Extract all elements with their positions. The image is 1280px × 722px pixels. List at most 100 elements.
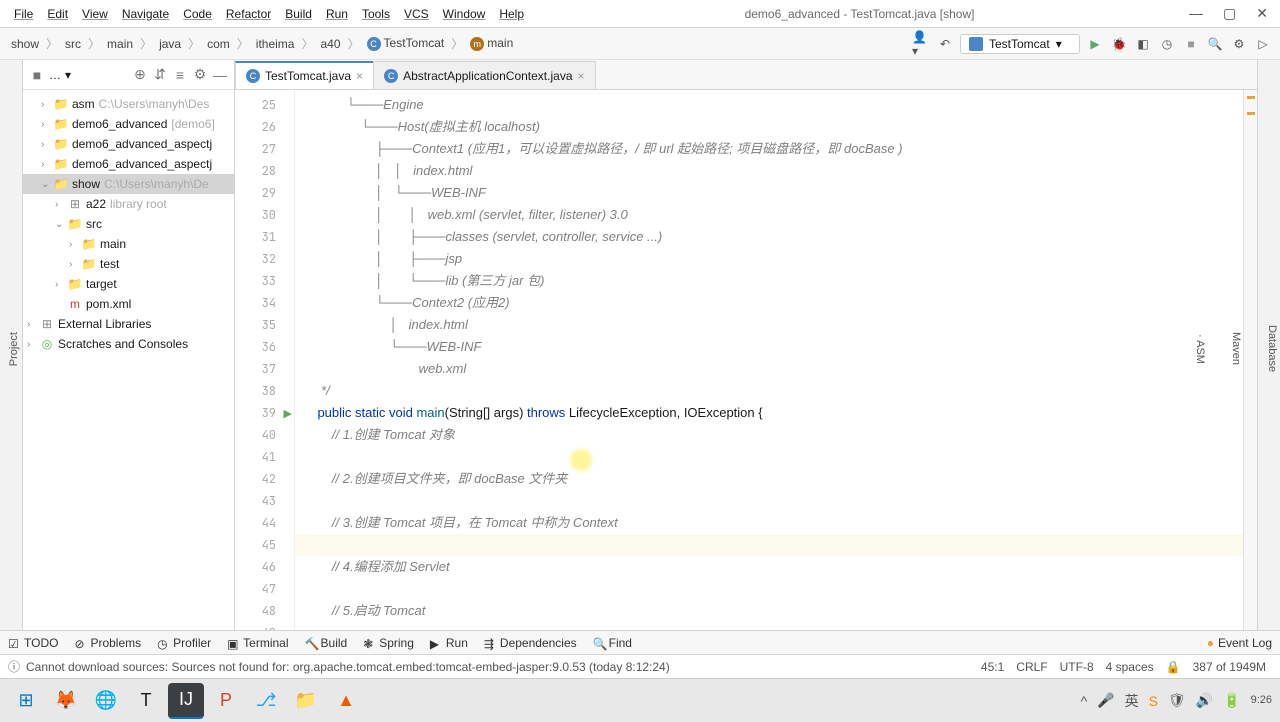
coverage-button[interactable]: ◧ <box>1134 35 1152 53</box>
collapse-all-icon[interactable]: ≡ <box>172 67 188 83</box>
expand-all-icon[interactable]: ⇵ <box>152 67 168 83</box>
menu-vcs[interactable]: VCS <box>398 4 435 24</box>
tool-window-run[interactable]: ▶Run <box>430 636 468 650</box>
code-line[interactable]: */ <box>295 380 1243 402</box>
project-dropdown-label[interactable]: … <box>49 68 61 82</box>
indent-setting[interactable]: 4 spaces <box>1100 660 1160 674</box>
powerpoint-icon[interactable]: P <box>208 683 244 719</box>
code-line[interactable] <box>295 534 1243 556</box>
warning-mark[interactable] <box>1247 96 1255 99</box>
gutter-line[interactable]: 31 <box>235 226 294 248</box>
tree-node[interactable]: ›📁asmC:\Users\manyh\Des <box>23 94 234 114</box>
menu-file[interactable]: File <box>8 4 39 24</box>
gutter-line[interactable]: 43 <box>235 490 294 512</box>
code-line[interactable]: // 3.创建 Tomcat 项目，在 Tomcat 中称为 Context <box>295 512 1243 534</box>
code-line[interactable]: └───WEB-INF <box>295 336 1243 358</box>
tree-node[interactable]: ⌄📁showC:\Users\manyh\De <box>23 174 234 194</box>
menu-refactor[interactable]: Refactor <box>220 4 277 24</box>
stop-button[interactable]: ■ <box>1182 35 1200 53</box>
gutter-line[interactable]: 26 <box>235 116 294 138</box>
gutter-line[interactable]: 36 <box>235 336 294 358</box>
sogou-icon[interactable]: S <box>1149 693 1158 709</box>
tree-node[interactable]: ›⊞a22library root <box>23 194 234 214</box>
tree-node[interactable]: ⌄📁src <box>23 214 234 234</box>
line-separator[interactable]: CRLF <box>1010 660 1053 674</box>
tray-chevron-icon[interactable]: ^ <box>1081 693 1088 709</box>
error-stripe[interactable] <box>1243 90 1257 630</box>
breadcrumb-item[interactable]: com <box>204 36 233 52</box>
tool-window-find[interactable]: 🔍Find <box>593 636 632 650</box>
gutter-line[interactable]: 35 <box>235 314 294 336</box>
tool-window-dependencies[interactable]: ⇶Dependencies <box>484 636 577 650</box>
code-line[interactable]: // 1.创建 Tomcat 对象 <box>295 424 1243 446</box>
tree-node[interactable]: ›📁demo6_advanced_aspectj <box>23 154 234 174</box>
close-tab-icon[interactable]: × <box>356 69 363 83</box>
breadcrumb-item[interactable]: mmain <box>467 35 516 52</box>
menu-navigate[interactable]: Navigate <box>116 4 175 24</box>
database-tool-button[interactable]: Database <box>1264 321 1280 376</box>
warning-mark[interactable] <box>1247 112 1255 115</box>
code-line[interactable]: │ └───WEB-INF <box>295 182 1243 204</box>
gutter-line[interactable]: 42 <box>235 468 294 490</box>
breadcrumbs[interactable]: show〉src〉main〉java〉com〉itheima〉a40〉CTest… <box>8 35 912 52</box>
code-line[interactable]: │ ├───jsp <box>295 248 1243 270</box>
tool-window-profiler[interactable]: ◷Profiler <box>157 636 211 650</box>
code-line[interactable]: // 2.创建项目文件夹，即 docBase 文件夹 <box>295 468 1243 490</box>
project-tree[interactable]: ›📁asmC:\Users\manyh\Des›📁demo6_advanced[… <box>23 90 234 358</box>
tree-node[interactable]: ›📁demo6_advanced_aspectj <box>23 134 234 154</box>
close-button[interactable]: ✕ <box>1256 5 1268 22</box>
project-tool-button[interactable]: Project <box>6 328 22 370</box>
gutter-line[interactable]: 33 <box>235 270 294 292</box>
code-line[interactable]: └───Host(虚拟主机 localhost) <box>295 116 1243 138</box>
menu-view[interactable]: View <box>76 4 114 24</box>
code-line[interactable]: │ index.html <box>295 314 1243 336</box>
gutter-line[interactable]: 40 <box>235 424 294 446</box>
settings-icon[interactable]: ⚙ <box>192 67 208 83</box>
menu-help[interactable]: Help <box>493 4 530 24</box>
breadcrumb-item[interactable]: show <box>8 36 42 52</box>
close-tab-icon[interactable]: × <box>578 69 585 83</box>
battery-icon[interactable]: 🔋 <box>1223 692 1240 709</box>
breadcrumb-item[interactable]: main <box>104 36 136 52</box>
editor-tab[interactable]: CAbstractApplicationContext.java× <box>373 61 595 89</box>
code-area[interactable]: └───Engine └───Host(虚拟主机 localhost) ├───… <box>295 90 1243 630</box>
settings-button[interactable]: ⚙ <box>1230 35 1248 53</box>
run-line-icon[interactable]: ▶ <box>284 407 292 420</box>
code-line[interactable] <box>295 622 1243 630</box>
code-line[interactable] <box>295 490 1243 512</box>
event-log-button[interactable]: ● Event Log <box>1207 636 1272 650</box>
code-line[interactable]: │ └───lib (第三方 jar 包) <box>295 270 1243 292</box>
vscode-icon[interactable]: ⎇ <box>248 683 284 719</box>
code-line[interactable]: web.xml <box>295 358 1243 380</box>
debug-button[interactable]: 🐞 <box>1110 35 1128 53</box>
vlc-icon[interactable]: ▲ <box>328 683 364 719</box>
lock-icon[interactable]: 🔒 <box>1160 660 1187 674</box>
tool-window-todo[interactable]: ☑TODO <box>8 636 58 650</box>
menu-window[interactable]: Window <box>437 4 492 24</box>
gutter-line[interactable]: 38 <box>235 380 294 402</box>
project-view-selector[interactable]: ■ <box>29 67 45 83</box>
tree-node[interactable]: ›📁target <box>23 274 234 294</box>
code-line[interactable] <box>295 578 1243 600</box>
intellij-icon[interactable]: IJ <box>168 683 204 719</box>
breadcrumb-item[interactable]: CTestTomcat <box>364 35 448 52</box>
run-configuration-selector[interactable]: TestTomcat ▾ <box>960 34 1080 54</box>
minimize-button[interactable]: — <box>1189 5 1203 22</box>
code-line[interactable]: └───Context2 (应用2) <box>295 292 1243 314</box>
gutter-line[interactable]: 45 <box>235 534 294 556</box>
tool-window-spring[interactable]: ❃Spring <box>363 636 414 650</box>
hide-icon[interactable]: — <box>212 67 228 83</box>
undo-nav-icon[interactable]: ↶ <box>936 35 954 53</box>
gutter-line[interactable]: 32 <box>235 248 294 270</box>
gutter-line[interactable]: 29 <box>235 182 294 204</box>
gutter-line[interactable]: 34 <box>235 292 294 314</box>
clock[interactable]: 9:26 <box>1251 694 1272 706</box>
firefox-icon[interactable]: 🦊 <box>48 683 84 719</box>
run-button[interactable]: ▶ <box>1086 35 1104 53</box>
code-line[interactable]: ├───Context1 (应用1，可以设置虚拟路径，/ 即 url 起始路径;… <box>295 138 1243 160</box>
mic-icon[interactable]: 🎤 <box>1097 692 1114 709</box>
gutter-line[interactable]: 37 <box>235 358 294 380</box>
menu-code[interactable]: Code <box>177 4 218 24</box>
caret-position[interactable]: 45:1 <box>975 660 1010 674</box>
gutter-line[interactable]: 28 <box>235 160 294 182</box>
